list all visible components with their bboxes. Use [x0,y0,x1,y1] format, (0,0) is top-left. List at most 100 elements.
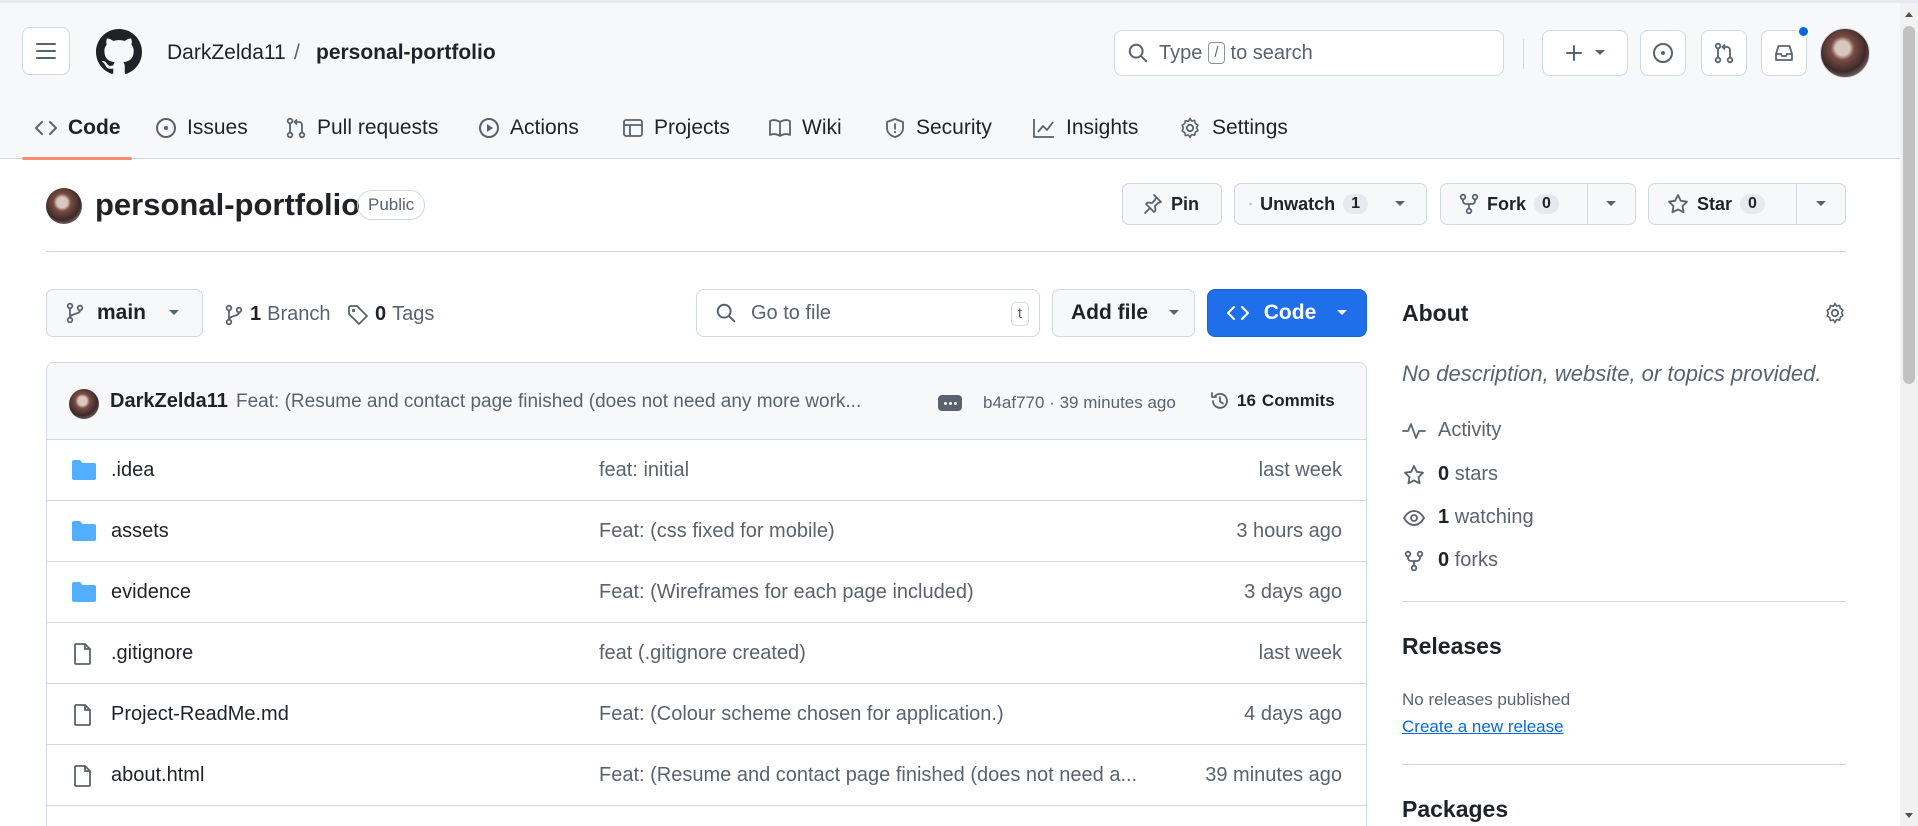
star-icon [1404,464,1424,484]
file-commit-message[interactable]: Feat: (Colour scheme chosen for applicat… [599,703,1004,726]
tab-projects[interactable]: Projects [622,111,730,145]
table-row[interactable]: about.html Feat: (Resume and contact pag… [47,745,1366,806]
add-file-button[interactable]: Add file [1052,289,1195,337]
tab-settings[interactable]: Settings [1178,111,1288,145]
star-button[interactable]: Star 0 [1649,184,1796,224]
activity-link[interactable]: Activity [1402,419,1501,442]
file-table: DarkZelda11 Feat: (Resume and contact pa… [46,362,1367,826]
issues-button[interactable] [1640,30,1686,76]
commit-hash-time[interactable]: b4af770 · 39 minutes ago [983,393,1176,413]
tab-actions[interactable]: Actions [478,111,579,145]
file-name[interactable]: .idea [111,459,154,482]
watching-link[interactable]: 1 watching [1402,506,1534,529]
breadcrumb-repo-link[interactable]: personal-portfolio [316,41,496,65]
tags-count: 0 [375,303,387,325]
history-icon [1211,392,1228,409]
create-new-button[interactable] [1542,30,1628,76]
user-avatar[interactable] [1820,28,1870,78]
tab-insights-label: Insights [1066,116,1139,139]
fork-count: 0 [1534,194,1559,214]
tab-pull-requests[interactable]: Pull requests [285,111,438,145]
fork-dropdown-button[interactable] [1587,184,1634,224]
stars-link[interactable]: 0 stars [1402,463,1498,486]
commits-history-link[interactable]: 16 Commits [1209,390,1335,412]
scroll-down-arrow-icon[interactable] [1904,812,1914,820]
file-commit-message[interactable]: Feat: (css fixed for mobile) [599,520,835,543]
repo-forked-icon [1459,193,1479,215]
repo-forked-icon [1404,550,1424,571]
table-row[interactable]: assets Feat: (css fixed for mobile) 3 ho… [47,501,1366,562]
tab-issues[interactable]: Issues [155,111,248,145]
table-row[interactable]: .idea feat: initial last week [47,440,1366,501]
tab-security[interactable]: Security [884,111,992,145]
packages-heading[interactable]: Packages [1402,796,1508,823]
code-icon [35,121,57,135]
pull-requests-button[interactable] [1701,30,1747,76]
file-commit-message[interactable]: feat (.gitignore created) [599,642,806,665]
scrollbar-thumb[interactable] [1903,26,1915,384]
chevron-down-icon [1337,310,1348,315]
fork-button-group: Fork 0 [1440,183,1636,225]
file-commit-message[interactable]: feat: initial [599,459,689,482]
tags-link[interactable]: 0 Tags [347,303,434,326]
table-row[interactable]: .gitignore feat (.gitignore created) las… [47,623,1366,684]
unwatch-button[interactable]: Unwatch 1 [1235,184,1382,224]
commit-message[interactable]: Feat: (Resume and contact page finished … [236,391,936,413]
fork-label: Fork [1487,193,1527,214]
releases-heading[interactable]: Releases [1402,633,1502,660]
no-releases-text: No releases published [1402,690,1571,709]
fork-button[interactable]: Fork 0 [1441,184,1587,224]
tab-insights[interactable]: Insights [1032,111,1138,145]
latest-commit-bar: DarkZelda11 Feat: (Resume and contact pa… [47,363,1366,440]
file-commit-time: last week [1258,642,1342,664]
commit-author-avatar[interactable] [69,389,99,419]
code-icon [1226,306,1249,320]
tab-wiki[interactable]: Wiki [768,111,842,145]
commit-author[interactable]: DarkZelda11 [110,390,228,413]
branches-count: 1 [250,303,262,325]
commit-expand-button[interactable] [938,395,962,411]
header-divider [1523,39,1524,69]
graph-icon [1033,119,1054,138]
pin-button[interactable]: Pin [1122,183,1222,225]
branch-name: main [97,301,147,324]
table-row[interactable]: evidence Feat: (Wireframes for each page… [47,562,1366,623]
file-name[interactable]: about.html [111,764,204,787]
file-name[interactable]: evidence [111,581,191,604]
commits-count: 16 [1237,391,1256,410]
breadcrumb-owner-link[interactable]: DarkZelda11 [167,41,286,65]
file-commit-time: 4 days ago [1244,703,1342,725]
app-header: DarkZelda11 / personal-portfolio Type / … [0,0,1918,160]
repo-title[interactable]: personal-portfolio [95,187,360,223]
tab-code[interactable]: Code [34,111,121,145]
go-to-file-shortcut-key: t [1010,302,1029,326]
create-release-link[interactable]: Create a new release [1402,717,1564,737]
forks-link[interactable]: 0 forks [1402,549,1498,572]
gear-icon[interactable] [1823,301,1847,325]
table-row[interactable]: Project-ReadMe.md Feat: (Colour scheme c… [47,684,1366,745]
watch-dropdown-button[interactable] [1382,184,1418,224]
file-name[interactable]: Project-ReadMe.md [111,703,289,726]
file-name[interactable]: assets [111,520,169,543]
watch-count: 1 [1343,194,1368,214]
shield-icon [886,118,904,138]
branches-label: Branch [267,303,331,325]
star-dropdown-button[interactable] [1796,184,1845,224]
pin-label: Pin [1171,193,1200,214]
file-commit-message[interactable]: Feat: (Resume and contact page finished … [599,764,1137,787]
search-text-after: to search [1230,41,1313,64]
go-to-file-input[interactable]: Go to file t [696,289,1040,337]
code-button[interactable]: Code [1207,289,1367,337]
branches-link[interactable]: 1 Branch [224,303,331,326]
file-commit-message[interactable]: Feat: (Wireframes for each page included… [599,581,974,604]
play-icon [479,118,499,138]
repo-owner-avatar[interactable] [46,188,82,224]
scroll-up-arrow-icon[interactable] [1904,10,1914,18]
file-name[interactable]: .gitignore [111,642,193,665]
branch-select-button[interactable]: main [46,289,203,337]
github-logo-icon[interactable] [96,29,142,75]
global-search-input[interactable]: Type / to search [1114,30,1504,76]
go-to-file-placeholder: Go to file [751,301,832,324]
forks-label: forks [1454,549,1499,571]
hamburger-menu-button[interactable] [22,27,70,75]
